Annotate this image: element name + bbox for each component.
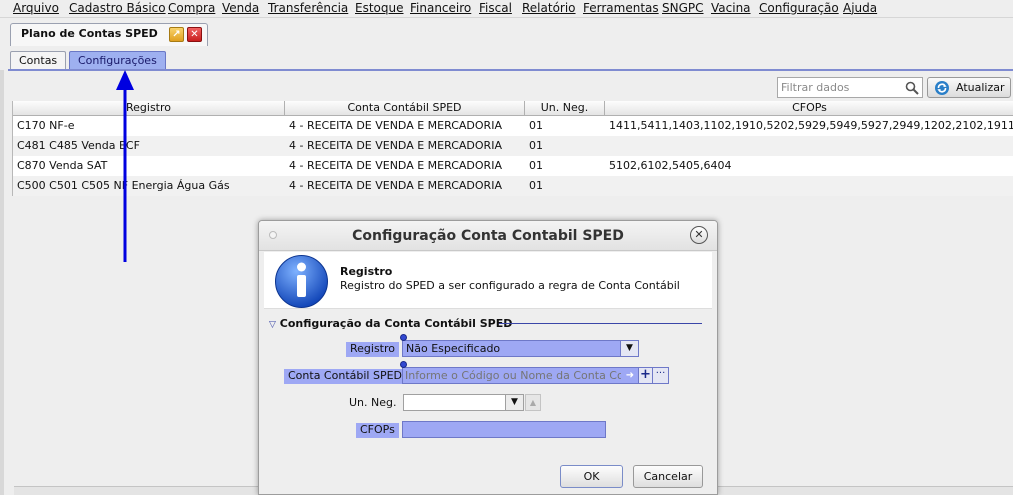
refresh-icon [935, 81, 949, 95]
column-header-conta-contabil[interactable]: Conta Contábil SPED [285, 101, 525, 116]
refresh-button[interactable]: Atualizar [927, 77, 1011, 98]
column-header-cfops[interactable]: CFOPs [605, 101, 1013, 116]
menu-estoque[interactable]: Estoque [355, 1, 404, 15]
tab-contas[interactable]: Contas [10, 51, 67, 70]
info-text: Registro do SPED a ser configurado a reg… [340, 279, 680, 292]
table-row[interactable]: C500 C501 C505 NF Energia Água Gás 4 - R… [13, 176, 1013, 196]
section-header[interactable]: ▽ Configuração da Conta Contábil SPED [269, 317, 512, 330]
table-row[interactable]: C870 Venda SAT 4 - RECEITA DE VENDA E ME… [13, 156, 1013, 176]
cfops-field[interactable] [402, 421, 606, 438]
info-heading: Registro [340, 265, 393, 278]
conta-contabil-input[interactable] [403, 368, 621, 383]
data-table: Registro Conta Contábil SPED Un. Neg. CF… [12, 101, 1013, 196]
un-neg-label: Un. Neg. [349, 396, 397, 409]
menu-relatorio[interactable]: Relatório [522, 1, 576, 15]
cell-conta-contabil: 4 - RECEITA DE VENDA E MERCADORIA [289, 179, 502, 192]
ok-button[interactable]: OK [560, 465, 623, 488]
chevron-up-icon[interactable]: ▲ [525, 394, 541, 411]
menu-configuracao[interactable]: Configuração [759, 1, 839, 15]
cell-conta-contabil: 4 - RECEITA DE VENDA E MERCADORIA [289, 159, 502, 172]
cfops-label: CFOPs [356, 423, 399, 438]
registro-label: Registro [346, 342, 400, 357]
document-tab-plano-de-contas[interactable]: Plano de Contas SPED ↗ ✕ [10, 23, 208, 46]
cancel-button[interactable]: Cancelar [633, 465, 703, 488]
menu-sngpc[interactable]: SNGPC [662, 1, 704, 15]
info-panel: Registro Registro do SPED a ser configur… [264, 252, 712, 309]
cell-cfops: 5102,6102,5405,6404 [609, 159, 732, 172]
cell-un-neg: 01 [529, 179, 543, 192]
menu-venda[interactable]: Venda [222, 1, 259, 15]
menu-cadastro-basico[interactable]: Cadastro Básico [69, 1, 166, 15]
chevron-down-icon[interactable]: ▼ [505, 395, 523, 410]
cell-cfops [605, 136, 1013, 156]
cell-conta-contabil: 4 - RECEITA DE VENDA E MERCADORIA [289, 139, 502, 152]
cell-un-neg: 01 [529, 159, 543, 172]
required-marker-icon [400, 361, 407, 368]
menu-transferencia[interactable]: Transferência [268, 1, 348, 15]
table-row[interactable]: C481 C485 Venda ECF 4 - RECEITA DE VENDA… [13, 136, 1013, 156]
chevron-down-icon[interactable]: ▼ [620, 341, 638, 356]
cell-un-neg: 01 [529, 119, 543, 132]
cell-conta-contabil: 4 - RECEITA DE VENDA E MERCADORIA [289, 119, 502, 132]
info-icon [275, 255, 328, 308]
cell-registro: C170 NF-e [17, 119, 75, 132]
close-icon[interactable]: ✕ [187, 27, 202, 42]
section-divider [499, 323, 702, 324]
config-dialog: Configuração Conta Contabil SPED ✕ Regis… [258, 220, 718, 495]
cell-cfops [605, 176, 1013, 196]
menu-financeiro[interactable]: Financeiro [410, 1, 471, 15]
cell-un-neg: 01 [529, 139, 543, 152]
table-row[interactable]: C170 NF-e 4 - RECEITA DE VENDA E MERCADO… [13, 116, 1013, 136]
menu-vacina[interactable]: Vacina [711, 1, 751, 15]
required-marker-icon [400, 334, 407, 341]
cell-registro: C870 Venda SAT [17, 159, 108, 172]
left-splitter [0, 70, 4, 495]
annotation-arrow-icon [116, 70, 134, 262]
tab-underline [8, 69, 1013, 71]
conta-contabil-field[interactable]: ➜ + ··· [402, 367, 669, 384]
registro-select[interactable]: Não Especificado ▼ [402, 340, 639, 357]
column-header-un-neg[interactable]: Un. Neg. [525, 101, 605, 116]
document-tab-strip: Plano de Contas SPED ↗ ✕ [0, 18, 1013, 46]
more-icon[interactable]: ··· [652, 368, 668, 383]
cell-registro: C500 C501 C505 NF Energia Água Gás [17, 179, 230, 192]
dialog-title: Configuração Conta Contabil SPED [352, 228, 624, 244]
menu-arquivo[interactable]: Arquivo [13, 1, 59, 15]
add-icon[interactable]: + [638, 368, 652, 383]
cell-registro: C481 C485 Venda ECF [17, 139, 140, 152]
filter-field[interactable] [777, 77, 923, 98]
collapse-icon[interactable]: ▽ [269, 320, 276, 330]
menu-fiscal[interactable]: Fiscal [479, 1, 512, 15]
arrow-right-icon[interactable]: ➜ [622, 368, 638, 383]
conta-contabil-label: Conta Contábil SPED [284, 369, 402, 384]
maximize-icon[interactable]: ↗ [169, 27, 184, 42]
menu-compra[interactable]: Compra [168, 1, 215, 15]
menu-ajuda[interactable]: Ajuda [843, 1, 877, 15]
menu-ferramentas[interactable]: Ferramentas [583, 1, 659, 15]
search-icon[interactable] [905, 81, 919, 95]
refresh-label: Atualizar [956, 81, 1005, 94]
section-title: Configuração da Conta Contábil SPED [279, 317, 513, 330]
cell-cfops: 1411,5411,1403,1102,1910,5202,5929,5949,… [609, 119, 1013, 132]
dialog-titlebar[interactable]: Configuração Conta Contabil SPED ✕ [259, 221, 717, 251]
registro-value: Não Especificado [406, 342, 501, 355]
dialog-close-icon[interactable]: ✕ [690, 226, 708, 244]
filter-input[interactable] [778, 78, 902, 97]
menu-bar: Arquivo Cadastro Básico Compra Venda Tra… [0, 0, 1013, 18]
un-neg-select[interactable]: ▼ [403, 394, 524, 411]
document-tab-label: Plano de Contas SPED [21, 27, 158, 40]
column-header-registro[interactable]: Registro [13, 101, 285, 116]
